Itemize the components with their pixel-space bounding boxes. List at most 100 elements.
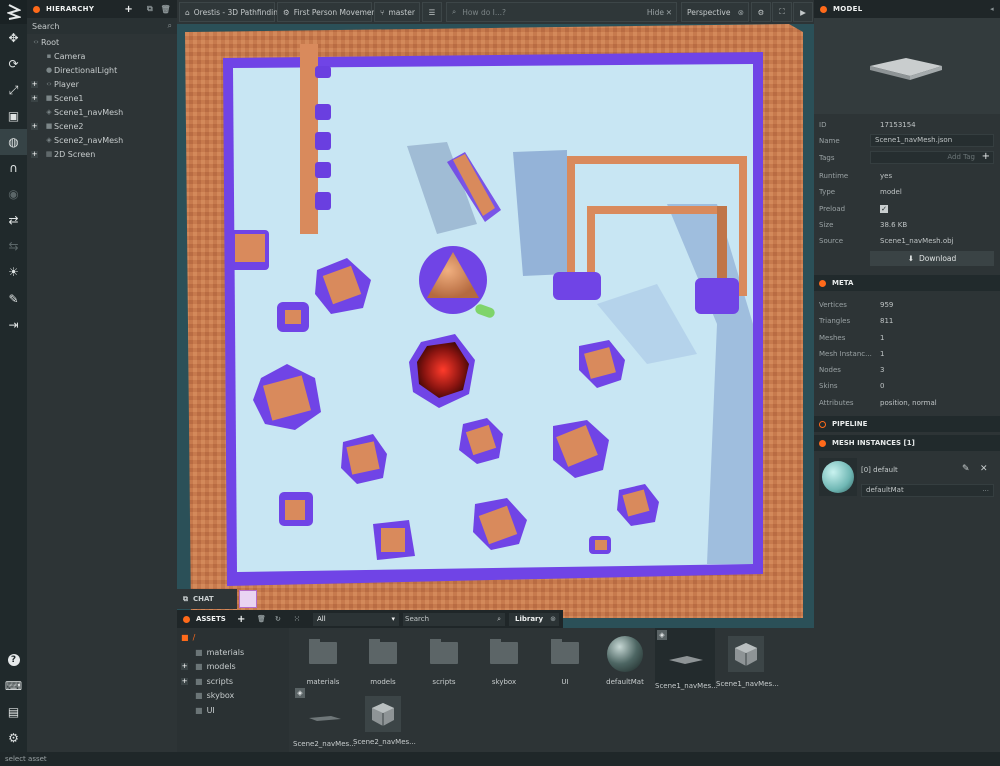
add-tag-placeholder[interactable]: Add Tag [947, 153, 975, 161]
asset-tree-scripts[interactable]: + ■ scripts [177, 674, 289, 688]
asset-tree-materials[interactable]: ■ materials [177, 645, 289, 659]
delete-icon[interactable]: 🗑 [161, 5, 171, 14]
rotate-tool-icon[interactable]: ⟳ [0, 51, 27, 77]
asset-folder-materials[interactable]: materials [293, 639, 353, 686]
model-preview[interactable] [814, 18, 1000, 114]
grid-view-icon[interactable]: ⁙ [294, 615, 300, 623]
hide-button[interactable]: Hide [647, 8, 664, 17]
expand-icon[interactable]: + [31, 80, 38, 88]
branch-button[interactable]: ⑂ master [374, 2, 420, 22]
add-asset-icon[interactable]: + [237, 614, 245, 625]
asset-material-defaultmat[interactable]: defaultMat [595, 636, 655, 686]
tree-item-directional-light[interactable]: ● DirectionalLight [27, 63, 177, 77]
tree-item-scene1-navmesh[interactable]: ◈ Scene1_navMesh [27, 105, 177, 119]
tags-field[interactable]: Add Tag + [870, 151, 994, 164]
help-search-input[interactable]: How do I...? [462, 8, 506, 17]
material-field[interactable]: defaultMat ... [861, 484, 994, 497]
asset-tree-models[interactable]: + ■ models [177, 659, 289, 673]
help-icon[interactable]: ? [0, 647, 27, 673]
panel-collapse-icon[interactable] [33, 5, 40, 13]
mesh-instances-header[interactable]: MESH INSTANCES [1] [814, 435, 1000, 451]
expand-icon[interactable]: + [31, 150, 38, 158]
launch-button[interactable]: ▶ [793, 2, 813, 22]
world-space-icon[interactable]: ◍ [0, 129, 27, 155]
scale-tool-icon[interactable]: ⤢ [0, 77, 27, 103]
close-icon[interactable]: ✕ [980, 464, 988, 474]
panel-collapse-icon[interactable] [183, 615, 190, 623]
asset-model-scene1-navmesh-json[interactable]: ◈ Scene1_navMes... [655, 628, 718, 690]
name-field[interactable]: Scene1_navMesh.json [870, 134, 994, 147]
asset-tree-ui[interactable]: ■ UI [177, 703, 289, 717]
tree-item-camera[interactable]: ▪ Camera [27, 49, 177, 63]
assets-search-input[interactable]: Search ⌕ [403, 612, 505, 626]
download-button[interactable]: ⬇ Download [870, 251, 994, 266]
material-options[interactable]: ... [982, 484, 989, 495]
focus-icon[interactable]: ◉ [0, 181, 27, 207]
code-editor-icon[interactable]: ✎ [0, 286, 27, 312]
meta-header[interactable]: META [814, 275, 1000, 291]
help-search[interactable]: ⌕ How do I...? Hide ✕ [446, 2, 677, 22]
asset-model-scene1-navmesh-obj[interactable]: Scene1_navMes... [716, 636, 779, 688]
panel-collapse-icon[interactable] [820, 5, 827, 13]
filter-select[interactable]: All ▾ [313, 612, 399, 626]
settings-gear-icon[interactable]: ⚙ [0, 725, 27, 751]
duplicate-icon[interactable]: ⧉ [147, 4, 153, 14]
delete-icon[interactable]: 🗑 [257, 615, 266, 623]
hierarchy-search-input[interactable]: Search [32, 22, 59, 31]
tree-item-2d-screen[interactable]: + ▦ 2D Screen [27, 147, 177, 161]
pipeline-header[interactable]: PIPELINE [814, 416, 1000, 432]
scene-render[interactable] [177, 24, 814, 628]
asset-model-scene2-navmesh-obj[interactable]: Scene2_navMes... [353, 696, 416, 746]
asset-tree-root[interactable]: ■ / [177, 630, 289, 644]
tree-item-root[interactable]: ‹› Root [27, 35, 177, 49]
tree-item-player[interactable]: + ‹› Player [27, 77, 177, 91]
asset-folder-scripts[interactable]: scripts [414, 639, 474, 686]
panel-expand-icon[interactable] [819, 420, 826, 428]
panel-collapse-icon[interactable] [819, 279, 826, 287]
refresh-icon[interactable]: ↻ [275, 615, 281, 623]
expand-icon[interactable]: + [31, 94, 38, 102]
user-avatar[interactable] [239, 590, 257, 608]
checklist-button[interactable]: ☰ [422, 2, 442, 22]
dropdown-close-icon[interactable]: ⊗ [738, 8, 744, 17]
expand-icon[interactable]: + [31, 122, 38, 130]
tree-item-scene1[interactable]: + ■ Scene1 [27, 91, 177, 105]
undo-icon[interactable]: ⇄ [0, 207, 27, 233]
camera-select[interactable]: Perspective ⊗ [681, 2, 749, 22]
panel-collapse-icon[interactable] [819, 439, 826, 447]
scene-viewport[interactable]: ⧉ CHAT [177, 24, 814, 628]
redo-icon[interactable]: ⇆ [0, 233, 27, 259]
tree-item-scene2[interactable]: + ■ Scene2 [27, 119, 177, 133]
asset-folder-models[interactable]: models [353, 639, 413, 686]
asset-folder-ui[interactable]: UI [535, 639, 595, 686]
settings-button[interactable]: ⚙ [751, 2, 771, 22]
fullscreen-button[interactable]: ⛶ [772, 2, 792, 22]
scene-button[interactable]: ⚙ First Person Movement [277, 2, 379, 22]
translate-tool-icon[interactable]: ✥ [0, 25, 27, 51]
edit-icon[interactable]: ✎ [962, 464, 970, 474]
project-button[interactable]: ⌂ Orestis - 3D Pathfinding [179, 2, 283, 22]
source-link[interactable]: Scene1_navMesh.obj [880, 237, 954, 245]
chat-bubble-icon[interactable]: ▤ [0, 699, 27, 725]
chat-toggle[interactable]: ⧉ CHAT [177, 589, 237, 609]
collapse-arrow-icon[interactable]: ◂ [990, 5, 994, 13]
snap-icon[interactable]: ∩ [0, 155, 27, 181]
keyboard-icon[interactable]: ⌨ [0, 673, 27, 699]
add-entity-icon[interactable]: + [124, 4, 133, 15]
lightmapper-icon[interactable]: ☀ [0, 259, 27, 285]
add-tag-icon[interactable]: + [982, 151, 990, 162]
publish-icon[interactable]: ⇥ [0, 312, 27, 338]
expand-icon[interactable]: + [181, 662, 188, 670]
close-icon[interactable]: ✕ [666, 8, 672, 17]
preload-checkbox[interactable]: ✓ [880, 205, 888, 213]
asset-tree-skybox[interactable]: ■ skybox [177, 688, 289, 702]
library-button[interactable]: Library ⊗ [509, 612, 559, 626]
expand-icon[interactable]: + [181, 677, 188, 685]
tree-item-scene2-navmesh[interactable]: ◈ Scene2_navMesh [27, 133, 177, 147]
hierarchy-search[interactable]: Search ⌕ [27, 18, 177, 34]
asset-folder-skybox[interactable]: skybox [474, 639, 534, 686]
resize-tool-icon[interactable]: ▣ [0, 103, 27, 129]
asset-model-scene2-navmesh-json[interactable]: ◈ Scene2_navMes... [293, 688, 356, 748]
material-preview[interactable] [819, 458, 857, 496]
playcanvas-logo-icon[interactable] [0, 0, 27, 24]
